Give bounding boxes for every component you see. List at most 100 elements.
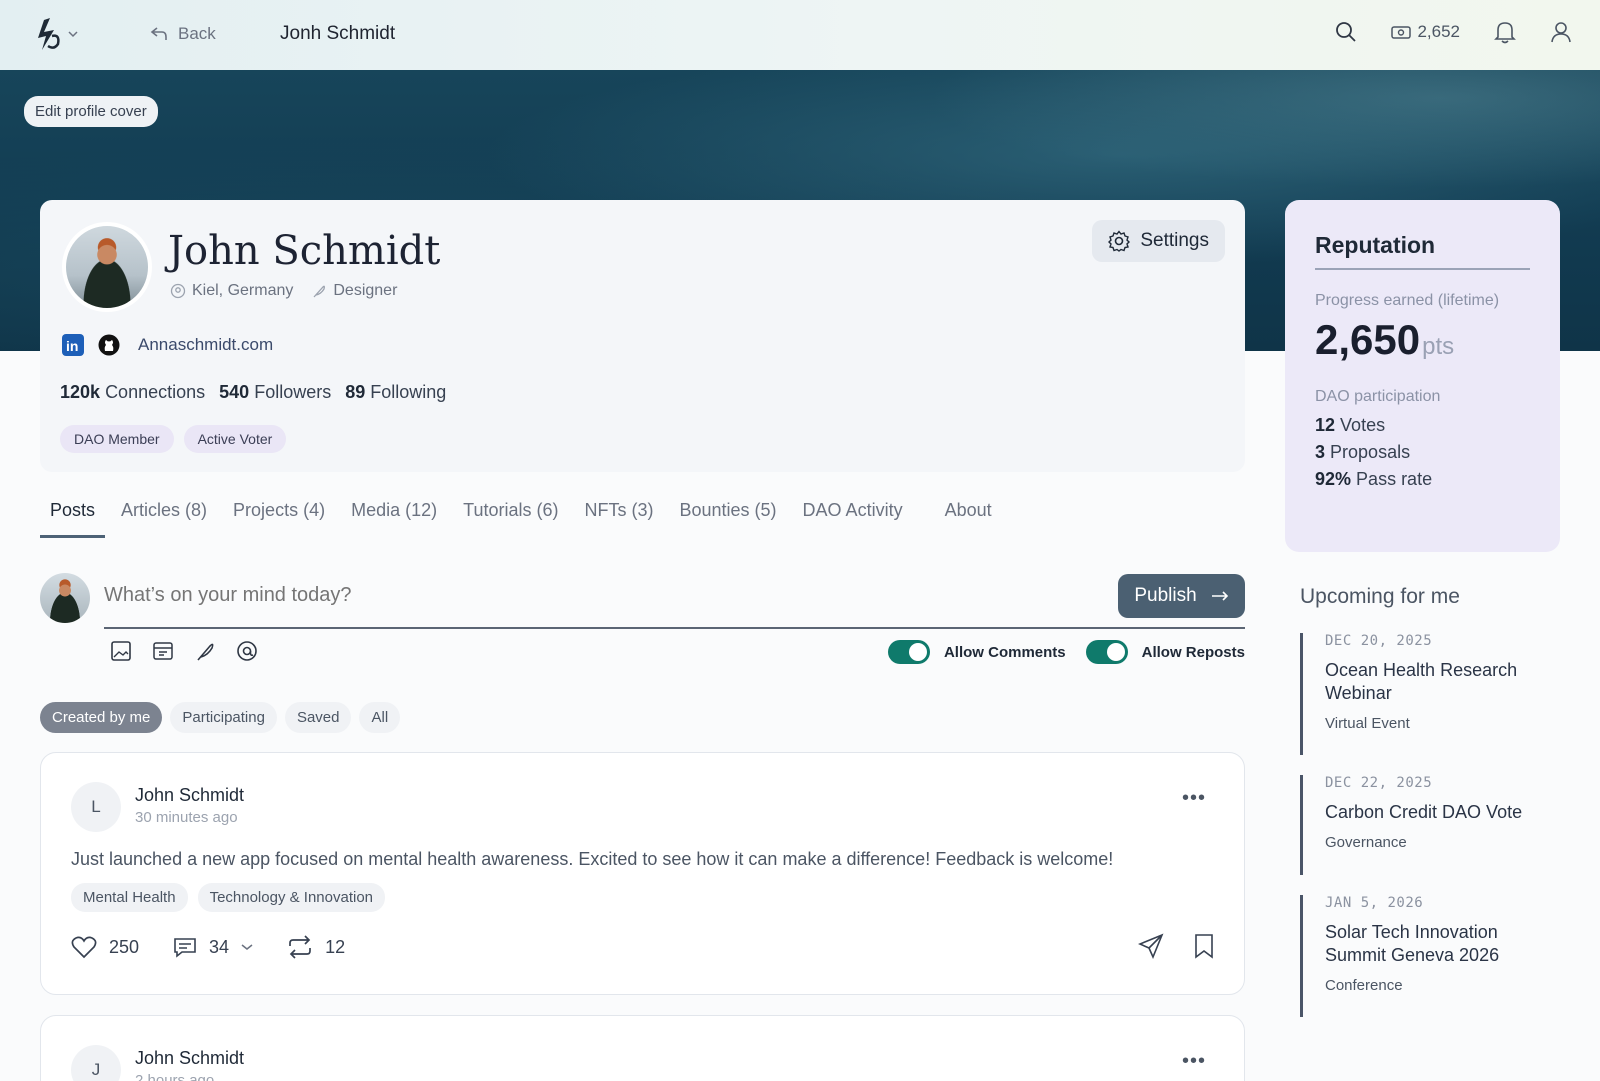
profile-name: John Schmidt — [168, 228, 441, 274]
tab-posts[interactable]: Posts — [40, 500, 106, 538]
social-links: in Annaschmidt.com — [62, 334, 273, 356]
post-share-actions — [1138, 933, 1214, 959]
comment-count: 34 — [209, 936, 230, 957]
wallet-icon — [1391, 26, 1412, 39]
coin-balance[interactable]: 2,652 — [1391, 22, 1460, 42]
stat-label: Following — [370, 382, 447, 402]
post-time: 30 minutes ago — [135, 809, 238, 826]
post-composer-input[interactable] — [104, 575, 1104, 615]
like-button[interactable]: 250 — [71, 935, 139, 959]
website-link[interactable]: Annaschmidt.com — [138, 335, 273, 355]
settings-button[interactable]: Settings — [1092, 220, 1225, 262]
post-actions: 250 34 12 — [71, 935, 345, 959]
composer-tools — [110, 640, 258, 662]
publish-button[interactable]: Publish — [1118, 574, 1245, 618]
event-date: JAN 5, 2026 — [1325, 895, 1424, 911]
app-logo-menu[interactable] — [36, 16, 78, 52]
reputation-points: 2,650pts — [1315, 316, 1454, 364]
stat-value: 89 — [345, 382, 366, 402]
composer-avatar — [40, 573, 90, 623]
tab-bounties[interactable]: Bounties (5) — [669, 500, 786, 538]
profile-tabs: Posts Articles (8) Projects (4) Media (1… — [40, 500, 1008, 538]
template-icon[interactable] — [152, 640, 174, 662]
send-icon[interactable] — [1138, 933, 1164, 959]
post-tag[interactable]: Technology & Innovation — [197, 883, 386, 912]
comment-button[interactable]: 34 — [173, 936, 253, 958]
bell-icon[interactable] — [1494, 20, 1516, 44]
line-value: 3 — [1315, 442, 1326, 462]
repost-count: 12 — [325, 936, 346, 957]
event-item[interactable]: DEC 20, 2025 Ocean Health Research Webin… — [1300, 633, 1560, 755]
stat-connections[interactable]: 120k Connections — [60, 382, 205, 403]
tab-tutorials[interactable]: Tutorials (6) — [453, 500, 568, 538]
user-icon[interactable] — [1550, 20, 1572, 44]
filter-created-by-me[interactable]: Created by me — [40, 702, 163, 733]
role-text: Designer — [333, 282, 398, 299]
tab-media[interactable]: Media (12) — [341, 500, 447, 538]
event-item[interactable]: JAN 5, 2026 Solar Tech Innovation Summit… — [1300, 895, 1560, 1017]
points-value: 2,650 — [1315, 316, 1421, 363]
post-body: Just launched a new app focused on menta… — [71, 849, 1114, 869]
bookmark-icon[interactable] — [1194, 933, 1214, 959]
divider — [1315, 268, 1530, 270]
dao-votes: 12 Votes — [1315, 415, 1385, 436]
location-pin-icon — [170, 283, 186, 299]
tab-about[interactable]: About — [935, 500, 1002, 538]
like-count: 250 — [109, 936, 140, 957]
more-options-icon[interactable]: ••• — [1182, 787, 1206, 810]
arrow-right-icon — [1211, 591, 1228, 601]
upcoming-title: Upcoming for me — [1300, 585, 1460, 608]
post-tags: Mental Health Technology & Innovation — [71, 883, 386, 912]
composer-divider — [104, 627, 1245, 629]
stat-value: 540 — [219, 382, 250, 402]
logo-icon — [38, 18, 60, 50]
profile-card: John Schmidt Kiel, Germany Designer Sett… — [40, 200, 1245, 472]
repost-icon — [289, 935, 311, 959]
allow-comments-toggle[interactable] — [887, 640, 930, 664]
tab-dao-activity[interactable]: DAO Activity — [793, 500, 913, 538]
line-label: Pass rate — [1356, 469, 1433, 489]
repost-button[interactable]: 12 — [287, 935, 345, 959]
tab-projects[interactable]: Projects (4) — [223, 500, 335, 538]
location: Kiel, Germany — [170, 282, 293, 300]
event-title: Carbon Credit DAO Vote — [1325, 802, 1523, 822]
line-label: Votes — [1340, 415, 1386, 435]
mention-icon[interactable] — [236, 640, 258, 662]
event-item[interactable]: DEC 22, 2025 Carbon Credit DAO Vote Gove… — [1300, 775, 1560, 875]
more-options-icon[interactable]: ••• — [1182, 1050, 1206, 1073]
event-title: Ocean Health Research Webinar — [1325, 660, 1518, 703]
stat-following[interactable]: 89 Following — [345, 382, 446, 403]
dao-pass-rate: 92% Pass rate — [1315, 469, 1432, 490]
top-bar: Back Jonh Schmidt 2,652 — [0, 0, 1600, 70]
image-icon[interactable] — [110, 640, 132, 662]
badge-dao-member: DAO Member — [60, 425, 174, 453]
post-author[interactable]: John Schmidt — [135, 1048, 244, 1069]
role: Designer — [311, 282, 397, 300]
event-date: DEC 20, 2025 — [1325, 633, 1433, 649]
tab-articles[interactable]: Articles (8) — [111, 500, 217, 538]
feather-pen-icon[interactable] — [194, 640, 216, 662]
back-button[interactable]: Back — [150, 24, 216, 44]
post-avatar: J — [71, 1045, 121, 1081]
github-icon[interactable] — [98, 334, 120, 356]
search-icon[interactable] — [1335, 21, 1357, 43]
reputation-title: Reputation — [1315, 232, 1436, 258]
dao-label: DAO participation — [1315, 388, 1441, 405]
post-time: 2 hours ago — [135, 1072, 215, 1081]
stat-followers[interactable]: 540 Followers — [219, 382, 331, 403]
filter-participating[interactable]: Participating — [170, 702, 277, 733]
post-author[interactable]: John Schmidt — [135, 785, 244, 806]
edit-cover-button[interactable]: Edit profile cover — [24, 96, 158, 127]
post-tag[interactable]: Mental Health — [71, 883, 188, 912]
filter-all[interactable]: All — [359, 702, 401, 733]
filter-saved[interactable]: Saved — [284, 702, 352, 733]
allow-reposts-toggle[interactable] — [1085, 640, 1128, 664]
tab-nfts[interactable]: NFTs (3) — [574, 500, 663, 538]
stat-value: 120k — [60, 382, 101, 402]
publish-label: Publish — [1134, 585, 1197, 606]
event-type: Virtual Event — [1325, 715, 1410, 732]
linkedin-icon[interactable]: in — [62, 334, 84, 356]
chevron-down-icon — [68, 31, 78, 38]
profile-stats: 120k Connections 540 Followers 89 Follow… — [60, 382, 446, 403]
comment-icon — [174, 938, 196, 958]
